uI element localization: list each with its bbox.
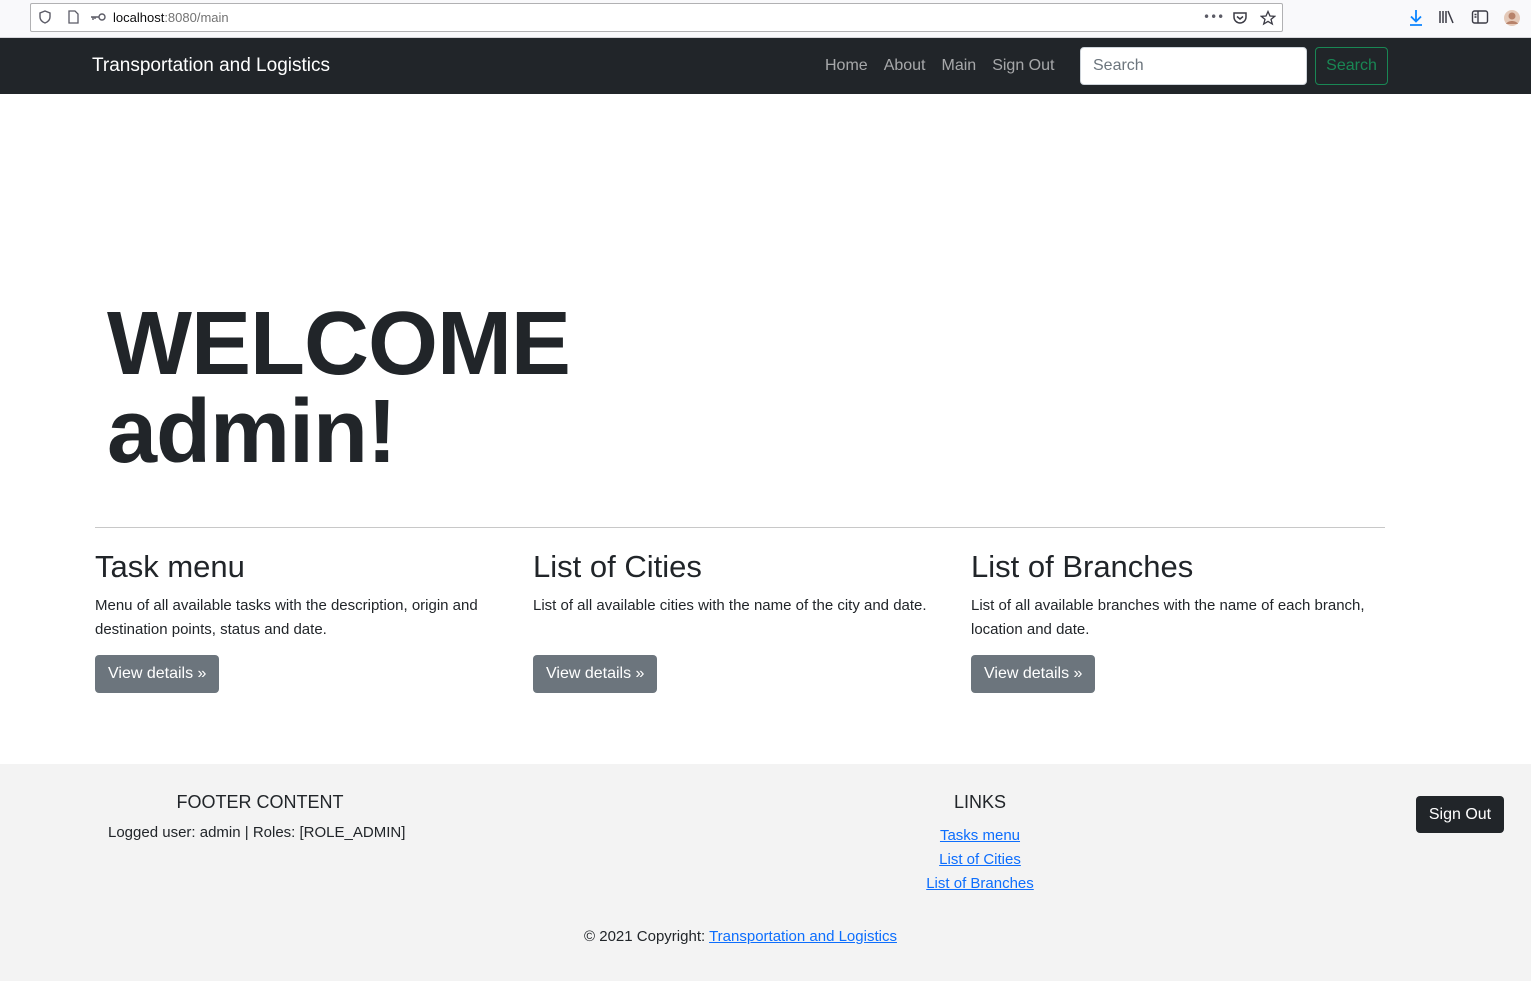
url-text[interactable]: localhost:8080/main (113, 10, 229, 25)
copyright: © 2021 Copyright: Transportation and Log… (0, 928, 1481, 945)
key-icon[interactable] (89, 10, 107, 26)
card-title: List of Branches (971, 549, 1194, 584)
address-bar[interactable]: localhost:8080/main ••• (30, 3, 1283, 32)
pocket-icon[interactable] (1232, 10, 1248, 26)
download-icon[interactable] (1407, 9, 1425, 27)
copyright-text: © 2021 Copyright: (584, 928, 710, 945)
card-title: Task menu (95, 549, 245, 584)
view-details-button[interactable]: View details » (95, 655, 220, 693)
view-details-button[interactable]: View details » (971, 655, 1096, 693)
main-navbar: Transportation and Logistics Home About … (0, 38, 1531, 94)
nav-links: Home About Main Sign Out (825, 57, 1054, 75)
card-list-of-branches: List of Branches List of all available b… (971, 548, 1391, 693)
footer-signout-button[interactable]: Sign Out (1416, 796, 1504, 833)
footer-links-title: LINKS (953, 792, 1007, 812)
search-button[interactable]: Search (1315, 47, 1388, 85)
logged-user-info: Logged user: admin | Roles: [ROLE_ADMIN] (108, 824, 406, 841)
copyright-link[interactable]: Transportation and Logistics (709, 928, 897, 945)
welcome-line: WELCOME (107, 294, 571, 394)
shield-icon[interactable] (37, 10, 53, 26)
footer-content-title: FOOTER CONTENT (176, 792, 344, 812)
card-list-of-cities: List of Cities List of all available cit… (533, 548, 953, 693)
sidebar-icon[interactable] (1471, 9, 1489, 27)
library-icon[interactable] (1438, 9, 1456, 27)
navbar-brand[interactable]: Transportation and Logistics (92, 55, 330, 77)
footer-link-tasks-menu[interactable]: Tasks menu (880, 824, 1080, 848)
footer-link-list-of-branches[interactable]: List of Branches (880, 872, 1080, 896)
search-input[interactable] (1080, 47, 1307, 85)
card-title: List of Cities (533, 549, 702, 584)
nav-about-link[interactable]: About (884, 57, 926, 75)
nav-main-link[interactable]: Main (942, 57, 977, 75)
bookmark-star-icon[interactable] (1259, 9, 1277, 26)
account-avatar-icon[interactable] (1503, 9, 1521, 27)
section-divider (95, 527, 1385, 528)
nav-signout-link[interactable]: Sign Out (992, 57, 1054, 75)
nav-home-link[interactable]: Home (825, 57, 868, 75)
username-line: admin! (107, 382, 397, 482)
footer-link-list-of-cities[interactable]: List of Cities (880, 848, 1080, 872)
card-description: List of all available cities with the na… (533, 597, 927, 614)
page-icon (65, 10, 81, 26)
welcome-heading: WELCOME admin! (107, 299, 571, 477)
browser-toolbar: localhost:8080/main ••• (0, 0, 1531, 38)
footer-links: Tasks menu List of Cities List of Branch… (880, 824, 1080, 896)
card-description: List of all available branches with the … (971, 597, 1365, 638)
card-description: Menu of all available tasks with the des… (95, 597, 478, 638)
view-details-button[interactable]: View details » (533, 655, 658, 693)
more-actions-icon[interactable]: ••• (1203, 9, 1224, 25)
card-task-menu: Task menu Menu of all available tasks wi… (95, 548, 515, 693)
page-footer: FOOTER CONTENT Logged user: admin | Role… (0, 764, 1531, 981)
